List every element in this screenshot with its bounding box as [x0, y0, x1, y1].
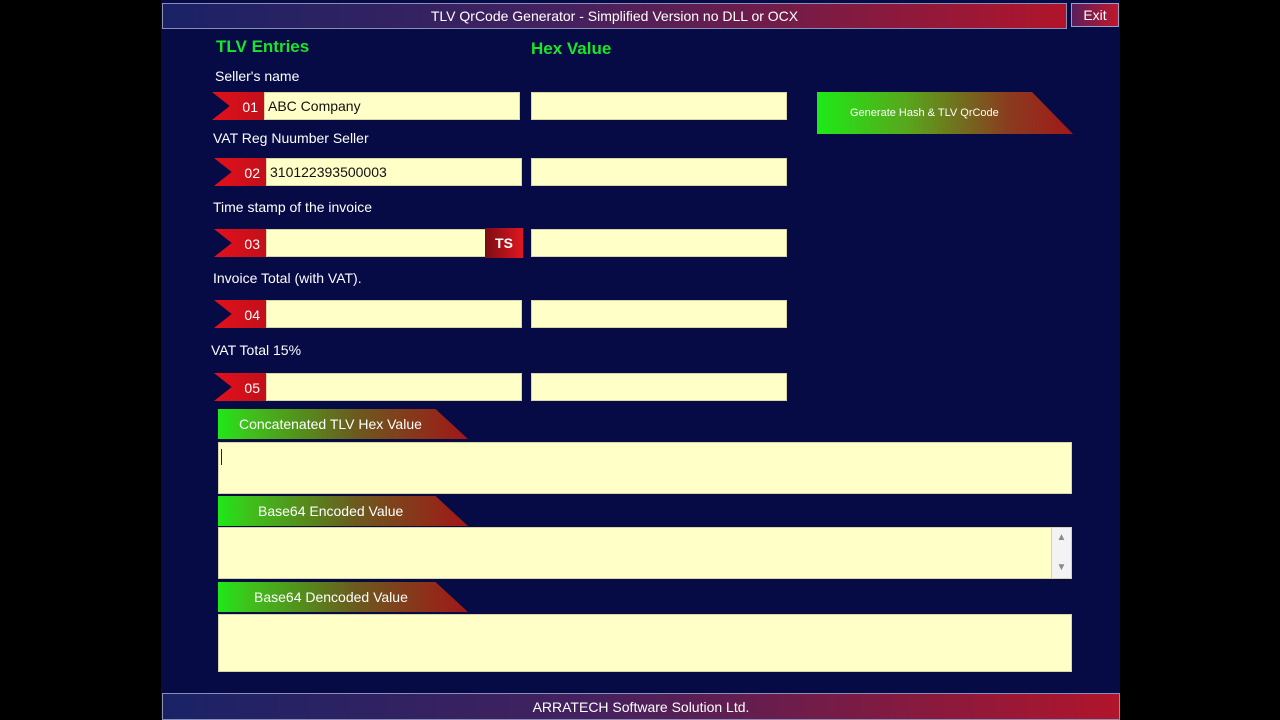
base64-encoded-section-header: Base64 Encoded Value	[218, 496, 468, 526]
base64-decoded-textarea[interactable]	[218, 614, 1072, 672]
base64-encoded-label: Base64 Encoded Value	[258, 503, 404, 519]
base64-encoded-textarea[interactable]: ▲ ▼	[218, 527, 1072, 579]
timestamp-input[interactable]	[266, 229, 486, 257]
vat-total-input[interactable]	[266, 373, 522, 401]
exit-button[interactable]: Exit	[1071, 3, 1119, 27]
vat-total-label: VAT Total 15%	[211, 342, 302, 358]
hex-value-heading: Hex Value	[531, 39, 612, 58]
chevron-down-icon[interactable]: ▼	[1052, 560, 1071, 576]
concatenated-tlv-label: Concatenated TLV Hex Value	[239, 416, 422, 432]
timestamp-hex-field[interactable]	[531, 229, 787, 257]
concatenated-tlv-section-header: Concatenated TLV Hex Value	[218, 409, 468, 439]
vat-reg-input[interactable]	[266, 158, 522, 186]
vertical-scrollbar[interactable]: ▲ ▼	[1051, 528, 1071, 578]
vat-total-hex-field[interactable]	[531, 373, 787, 401]
base64-decoded-label: Base64 Dencoded Value	[254, 589, 408, 605]
title-bar: TLV QrCode Generator - Simplified Versio…	[162, 3, 1067, 29]
screen: TLV QrCode Generator - Simplified Versio…	[0, 0, 1280, 720]
invoice-total-hex-field[interactable]	[531, 300, 787, 328]
footer-bar: ARRATECH Software Solution Ltd.	[162, 693, 1120, 720]
base64-decoded-section-header: Base64 Dencoded Value	[218, 582, 468, 612]
timestamp-button[interactable]: TS	[485, 228, 523, 258]
text-caret	[221, 449, 222, 465]
invoice-total-label: Invoice Total (with VAT).	[213, 270, 362, 286]
vat-reg-hex-field[interactable]	[531, 158, 787, 186]
tlv-entries-heading: TLV Entries	[216, 37, 310, 56]
seller-name-label: Seller's name	[215, 68, 300, 84]
generate-hash-qrcode-button[interactable]: Generate Hash & TLV QrCode	[817, 92, 1073, 134]
concatenated-tlv-textarea[interactable]	[218, 442, 1072, 494]
vat-reg-label: VAT Reg Nuumber Seller	[213, 130, 369, 146]
seller-name-input[interactable]	[264, 92, 520, 120]
chevron-up-icon[interactable]: ▲	[1052, 530, 1071, 546]
seller-name-hex-field[interactable]	[531, 92, 787, 120]
timestamp-label: Time stamp of the invoice	[213, 199, 372, 215]
invoice-total-input[interactable]	[266, 300, 522, 328]
